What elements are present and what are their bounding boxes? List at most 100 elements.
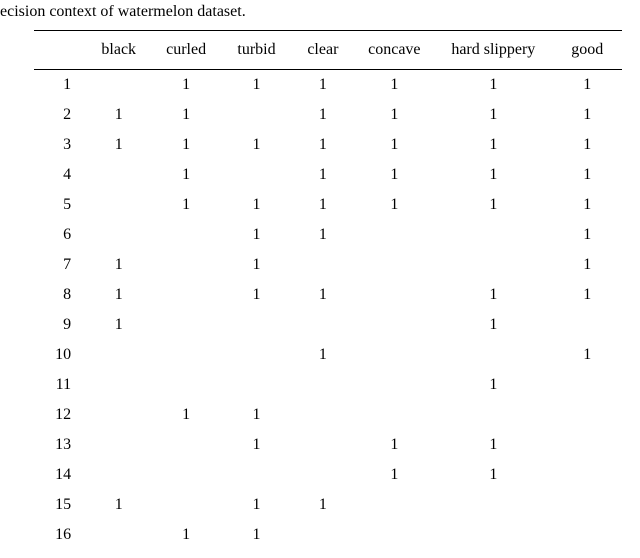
cell — [291, 430, 354, 460]
cell: 1 — [553, 250, 622, 280]
cell: 1 — [553, 160, 622, 190]
cell — [291, 520, 354, 550]
cell — [222, 100, 291, 130]
cell: 1 — [87, 130, 150, 160]
cell — [291, 370, 354, 400]
cell: 1 — [355, 70, 435, 101]
cell: 1 — [291, 220, 354, 250]
cell: 1 — [355, 130, 435, 160]
cell: 1 — [553, 190, 622, 220]
cell — [87, 550, 150, 558]
col-header-hard-slippery: hard slippery — [434, 31, 552, 70]
dataset-table: black curled turbid clear concave hard s… — [34, 30, 622, 558]
cell — [222, 340, 291, 370]
cell: 1 — [434, 100, 552, 130]
cell: 1 — [434, 310, 552, 340]
col-header-curled: curled — [150, 31, 221, 70]
col-header-clear: clear — [291, 31, 354, 70]
col-header-black: black — [87, 31, 150, 70]
table-row: 5111111 — [34, 190, 622, 220]
table-row: 2111111 — [34, 100, 622, 130]
cell — [150, 280, 221, 310]
table-row: 1211 — [34, 400, 622, 430]
row-index: 5 — [34, 190, 87, 220]
row-index: 7 — [34, 250, 87, 280]
cell — [553, 400, 622, 430]
table-row: 13111 — [34, 430, 622, 460]
cell — [222, 460, 291, 490]
cell: 1 — [150, 130, 221, 160]
cell — [355, 220, 435, 250]
cell: 1 — [222, 490, 291, 520]
cell — [553, 550, 622, 558]
cell — [355, 550, 435, 558]
cell — [553, 310, 622, 340]
cell — [355, 490, 435, 520]
cell — [222, 310, 291, 340]
col-header-good: good — [553, 31, 622, 70]
cell: 1 — [291, 190, 354, 220]
cell: 1 — [291, 280, 354, 310]
cell — [434, 550, 552, 558]
row-index: 15 — [34, 490, 87, 520]
cell — [291, 550, 354, 558]
cell: 1 — [222, 520, 291, 550]
cell: 1 — [291, 100, 354, 130]
header-row: black curled turbid clear concave hard s… — [34, 31, 622, 70]
col-header-concave: concave — [355, 31, 435, 70]
cell — [434, 250, 552, 280]
cell: 1 — [434, 130, 552, 160]
cell — [434, 400, 552, 430]
cell — [553, 520, 622, 550]
cell — [434, 490, 552, 520]
cell — [434, 220, 552, 250]
cell: 1 — [87, 490, 150, 520]
row-index: 9 — [34, 310, 87, 340]
cell — [291, 250, 354, 280]
cell: 1 — [553, 70, 622, 101]
cell — [87, 430, 150, 460]
row-index: 13 — [34, 430, 87, 460]
cell: 1 — [355, 190, 435, 220]
cell — [222, 160, 291, 190]
cell — [150, 460, 221, 490]
cell: 1 — [150, 70, 221, 101]
cell: 1 — [87, 100, 150, 130]
cell — [87, 370, 150, 400]
cell — [150, 220, 221, 250]
cell: 1 — [222, 190, 291, 220]
cell: 1 — [222, 400, 291, 430]
cell — [355, 400, 435, 430]
cell: 1 — [355, 100, 435, 130]
cell — [87, 460, 150, 490]
cell — [434, 520, 552, 550]
row-index: 3 — [34, 130, 87, 160]
cell: 1 — [87, 310, 150, 340]
row-index: 14 — [34, 460, 87, 490]
cell — [355, 520, 435, 550]
cell — [222, 370, 291, 400]
row-index: 16 — [34, 520, 87, 550]
table-row: 411111 — [34, 160, 622, 190]
row-index: 4 — [34, 160, 87, 190]
table-row: 1111111 — [34, 70, 622, 101]
cell — [291, 310, 354, 340]
table-row: 171 — [34, 550, 622, 558]
cell — [553, 460, 622, 490]
cell — [150, 490, 221, 520]
cell: 1 — [222, 280, 291, 310]
row-index: 6 — [34, 220, 87, 250]
cell: 1 — [87, 250, 150, 280]
cell: 1 — [150, 550, 221, 558]
cell: 1 — [222, 220, 291, 250]
cell — [150, 310, 221, 340]
col-header-turbid: turbid — [222, 31, 291, 70]
cell: 1 — [434, 460, 552, 490]
cell — [150, 250, 221, 280]
cell — [355, 310, 435, 340]
table-caption: ecision context of watermelon dataset. — [0, 3, 246, 21]
cell: 1 — [87, 280, 150, 310]
cell: 1 — [291, 130, 354, 160]
cell — [87, 190, 150, 220]
cell — [150, 430, 221, 460]
